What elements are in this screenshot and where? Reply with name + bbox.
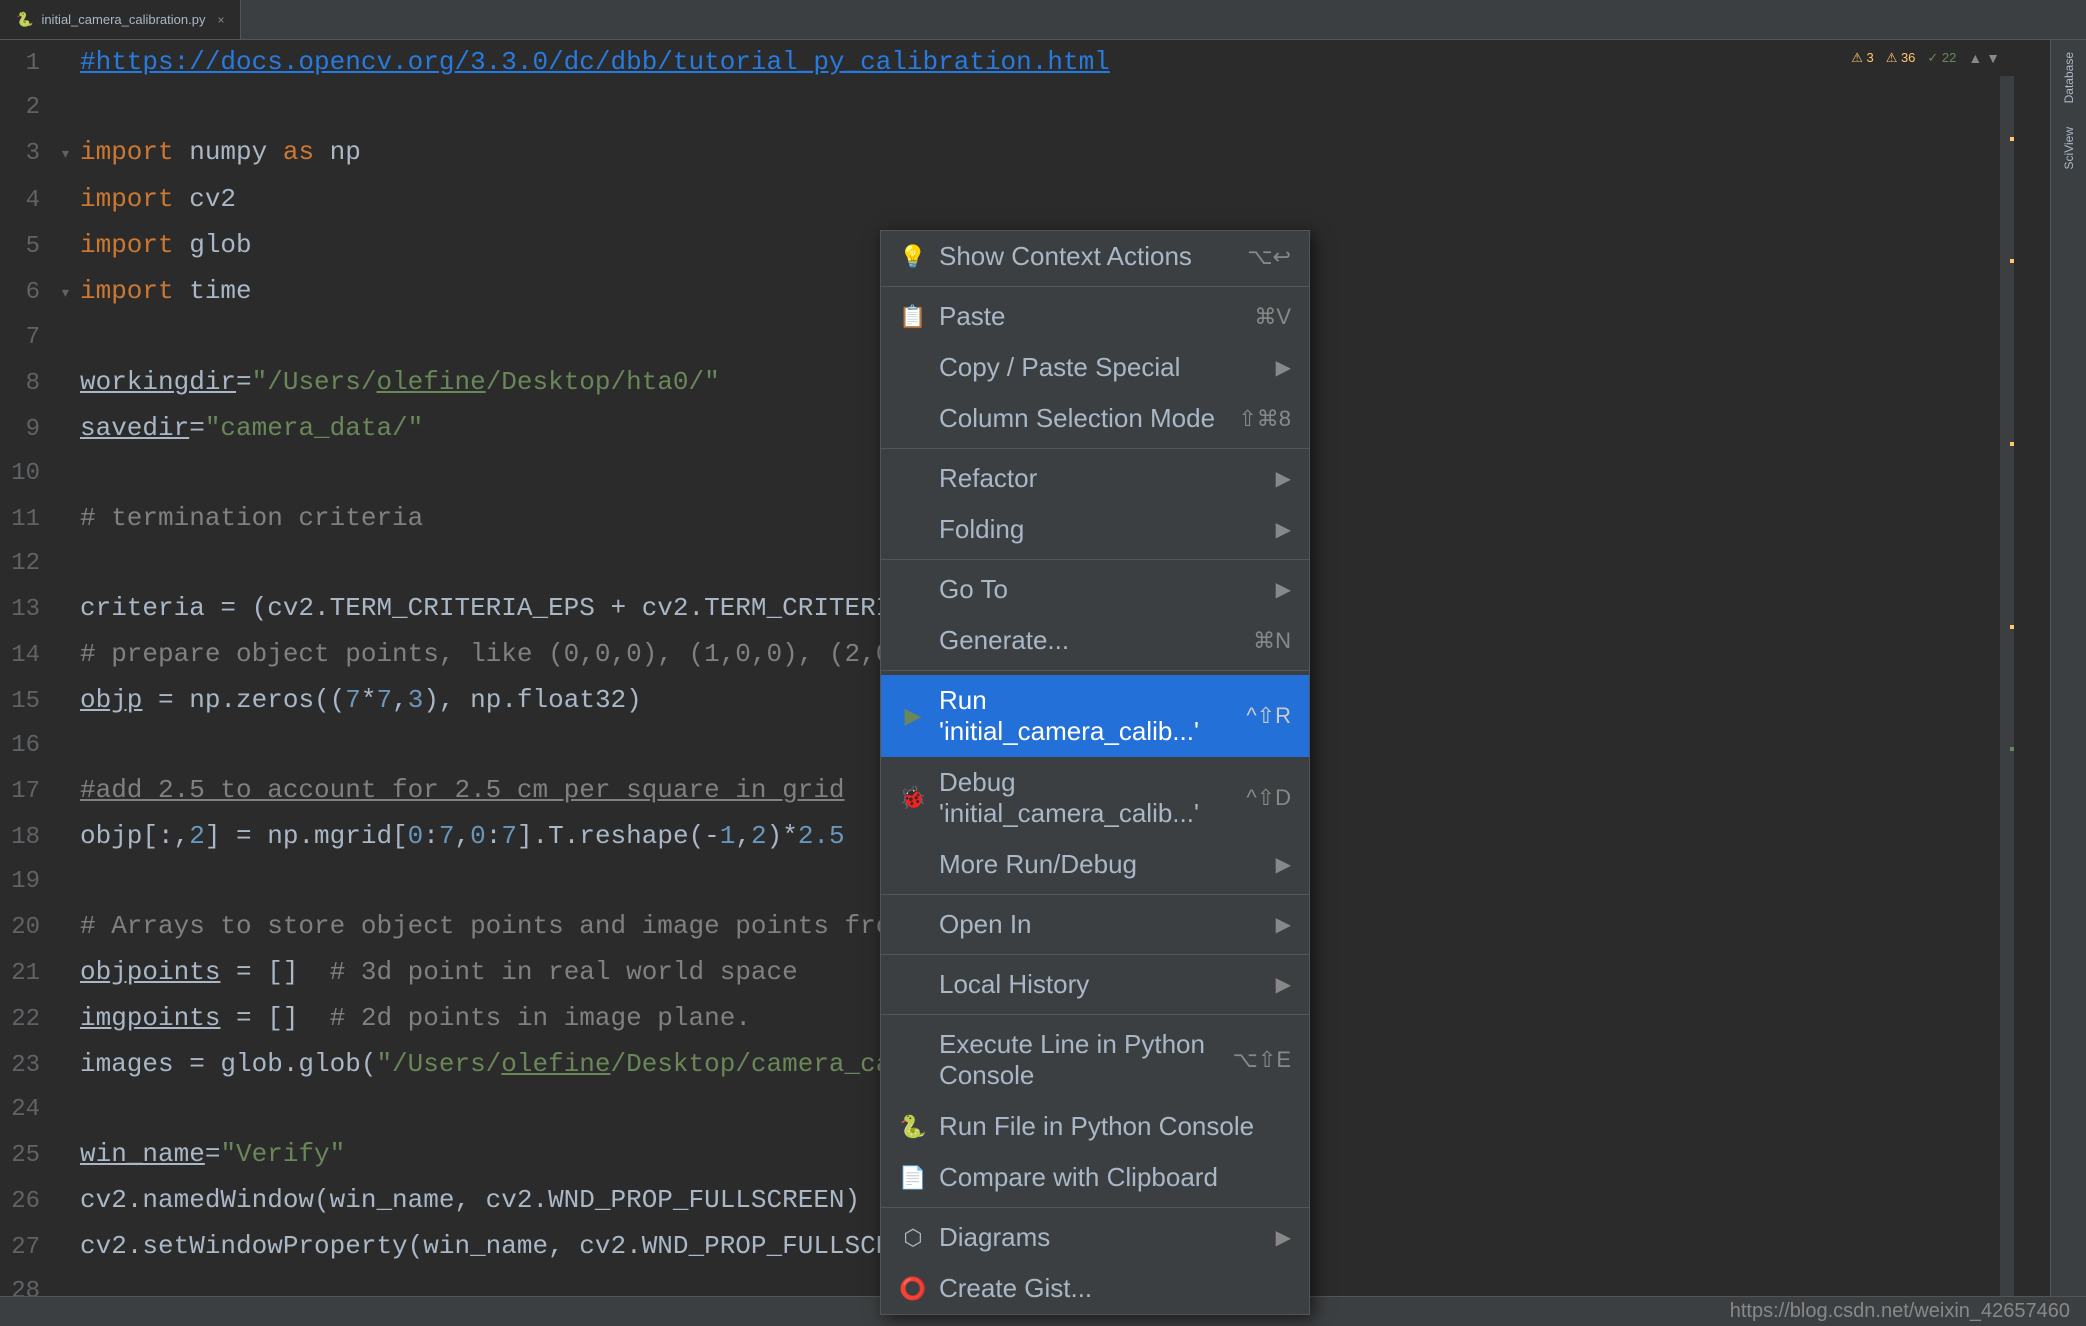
warning-count[interactable]: ⚠ 3 — [1851, 50, 1874, 66]
ctx-sep-1 — [881, 286, 1309, 287]
debug-icon: 🐞 — [899, 785, 927, 811]
run-file-icon: 🐍 — [899, 1114, 927, 1140]
ctx-more-run-debug[interactable]: More Run/Debug ▶ — [881, 839, 1309, 890]
file-tab[interactable]: 🐍 initial_camera_calibration.py × — [0, 0, 241, 39]
ctx-create-gist[interactable]: ⭕ Create Gist... — [881, 1263, 1309, 1314]
scrollbar-gutter[interactable] — [2000, 76, 2014, 1296]
arrow-icon-goto: ▶ — [1276, 577, 1291, 602]
ctx-sep-7 — [881, 1014, 1309, 1015]
ctx-sep-8 — [881, 1207, 1309, 1208]
ctx-debug[interactable]: 🐞 Debug 'initial_camera_calib...' ^⇧D — [881, 757, 1309, 839]
tab-bar: 🐍 initial_camera_calibration.py × — [0, 0, 2086, 40]
ctx-column-selection-mode[interactable]: Column Selection Mode ⇧⌘8 — [881, 393, 1309, 444]
arrow-icon-diagrams: ▶ — [1276, 1225, 1291, 1250]
tab-label: initial_camera_calibration.py — [41, 12, 205, 27]
arrow-icon-open-in: ▶ — [1276, 912, 1291, 937]
code-line-2: 2 — [0, 86, 2050, 130]
ctx-diagrams[interactable]: ⬡ Diagrams ▶ — [881, 1212, 1309, 1263]
arrow-icon-folding: ▶ — [1276, 517, 1291, 542]
sidebar-tab-database[interactable]: Database — [2054, 40, 2084, 115]
arrow-icon-more-run: ▶ — [1276, 852, 1291, 877]
ctx-open-in[interactable]: Open In ▶ — [881, 899, 1309, 950]
code-line-1: 1 #https://docs.opencv.org/3.3.0/dc/dbb/… — [0, 40, 2050, 86]
run-icon: ▶ — [899, 703, 927, 729]
lightbulb-icon: 💡 — [899, 244, 927, 270]
editor-topbar: ⚠ 3 ⚠ 36 ✓ 22 ▲ ▼ — [1851, 40, 2000, 76]
ctx-folding[interactable]: Folding ▶ — [881, 504, 1309, 555]
ctx-go-to[interactable]: Go To ▶ — [881, 564, 1309, 615]
ctx-run[interactable]: ▶ Run 'initial_camera_calib...' ^⇧R — [881, 675, 1309, 757]
paste-icon: 📋 — [899, 304, 927, 330]
arrow-icon-refactor: ▶ — [1276, 466, 1291, 491]
ctx-compare-clipboard[interactable]: 📄 Compare with Clipboard — [881, 1152, 1309, 1203]
sidebar-tab-sciview[interactable]: SciView — [2054, 115, 2084, 181]
diagrams-icon: ⬡ — [899, 1225, 927, 1251]
ctx-sep-2 — [881, 448, 1309, 449]
scrollbar-mark-warning4 — [2010, 625, 2014, 629]
compare-icon: 📄 — [899, 1165, 927, 1191]
ctx-run-file-console[interactable]: 🐍 Run File in Python Console — [881, 1101, 1309, 1152]
ctx-sep-5 — [881, 894, 1309, 895]
arrow-icon-history: ▶ — [1276, 972, 1291, 997]
scrollbar-mark-warning — [2010, 137, 2014, 141]
nav-arrows[interactable]: ▲ ▼ — [1968, 50, 2000, 66]
error-count[interactable]: ⚠ 36 — [1886, 50, 1916, 66]
scrollbar-mark-warning3 — [2010, 442, 2014, 446]
python-icon: 🐍 — [16, 11, 33, 28]
ctx-paste[interactable]: 📋 Paste ⌘V — [881, 291, 1309, 342]
ctx-sep-3 — [881, 559, 1309, 560]
ctx-local-history[interactable]: Local History ▶ — [881, 959, 1309, 1010]
ctx-execute-line[interactable]: Execute Line in Python Console ⌥⇧E — [881, 1019, 1309, 1101]
ctx-copy-paste-special[interactable]: Copy / Paste Special ▶ — [881, 342, 1309, 393]
right-sidebar: Database SciView — [2050, 40, 2086, 1326]
status-url: https://blog.csdn.net/weixin_42657460 — [1730, 1300, 2070, 1323]
tab-close-button[interactable]: × — [217, 13, 224, 27]
ctx-generate[interactable]: Generate... ⌘N — [881, 615, 1309, 666]
scrollbar-mark-ok — [2010, 747, 2014, 751]
ctx-refactor[interactable]: Refactor ▶ — [881, 453, 1309, 504]
ctx-sep-6 — [881, 954, 1309, 955]
code-line-3: 3 ▾ import numpy as np — [0, 130, 2050, 177]
code-line-4: 4 import cv2 — [0, 177, 2050, 223]
ok-count[interactable]: ✓ 22 — [1927, 50, 1956, 66]
ctx-show-context-actions[interactable]: 💡 Show Context Actions ⌥↩ — [881, 231, 1309, 282]
scrollbar-mark-warning2 — [2010, 259, 2014, 263]
arrow-icon: ▶ — [1276, 355, 1291, 380]
ctx-sep-4 — [881, 670, 1309, 671]
gist-icon: ⭕ — [899, 1276, 927, 1302]
context-menu: 💡 Show Context Actions ⌥↩ 📋 Paste ⌘V Cop… — [880, 230, 1310, 1315]
